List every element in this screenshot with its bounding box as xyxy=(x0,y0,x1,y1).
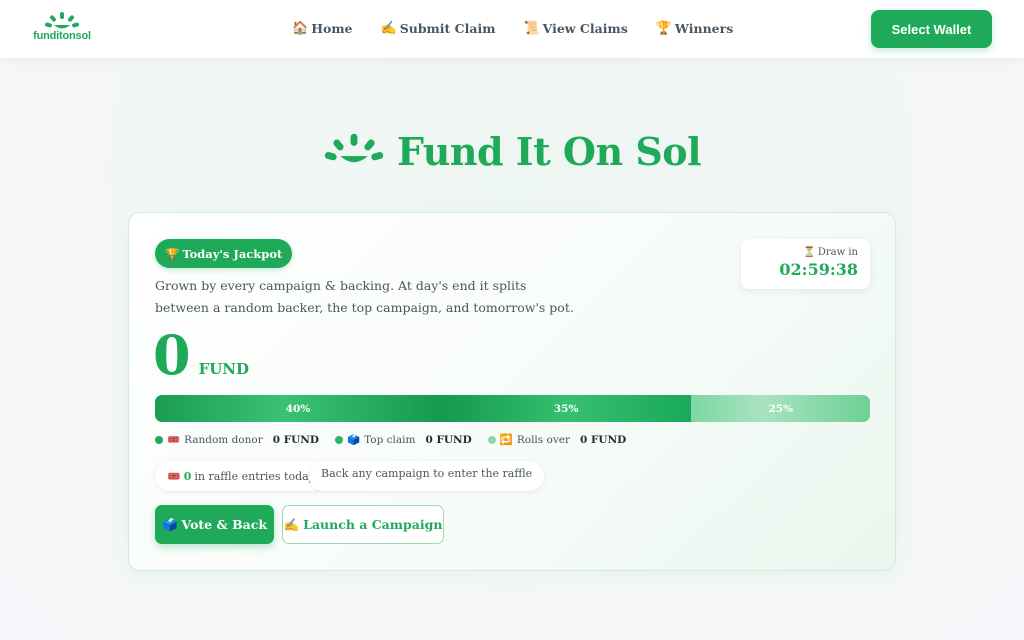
ballot-box-icon: 🗳️ xyxy=(161,516,178,532)
legend-value: 0 FUND xyxy=(580,433,627,446)
launch-campaign-label: Launch a Campaign xyxy=(303,517,443,532)
hourglass-icon: ⏳ xyxy=(803,247,816,258)
jackpot-badge: 🏆 Today's Jackpot xyxy=(155,239,293,268)
jackpot-amount: 0 FUND xyxy=(153,325,249,385)
ballot-box-icon: 🗳️ xyxy=(347,434,361,446)
repeat-icon: 🔁 xyxy=(499,434,513,446)
legend-top-claim: 🗳️ Top claim 0 FUND xyxy=(335,433,472,446)
select-wallet-button[interactable]: Select Wallet xyxy=(871,10,992,48)
writing-hand-icon: ✍️ xyxy=(283,516,300,532)
nav-submit-claim[interactable]: ✍️ Submit Claim xyxy=(381,21,496,36)
legend-dot xyxy=(335,435,344,444)
jackpot-description: Grown by every campaign & backing. At da… xyxy=(155,278,574,315)
legend-label: Rolls over xyxy=(516,433,570,446)
split-bar: 40% 35% 25% xyxy=(155,395,870,422)
vote-and-back-label: Vote & Back xyxy=(181,517,268,532)
top-navbar: funditonsol 🏠 Home ✍️ Submit Claim 📜 Vie… xyxy=(0,0,1024,58)
launch-campaign-button[interactable]: ✍️ Launch a Campaign xyxy=(282,505,444,544)
legend-value: 0 FUND xyxy=(425,433,472,446)
split-segment-rolls-over: 25% xyxy=(691,395,870,422)
draw-timer-value: 02:59:38 xyxy=(779,260,858,279)
nav-submit-claim-label: Submit Claim xyxy=(399,21,496,36)
legend-value: 0 FUND xyxy=(272,433,320,446)
raffle-hint-chip: Back any campaign to enter the raffle xyxy=(309,461,545,491)
brand-name: funditonsol xyxy=(33,30,91,42)
nav-winners-label: Winners xyxy=(674,21,734,36)
jackpot-badge-label: Today's Jackpot xyxy=(182,246,283,261)
jackpot-amount-value: 0 xyxy=(153,323,191,387)
nav-view-claims[interactable]: 📜 View Claims xyxy=(523,21,627,36)
nav-home-label: Home xyxy=(311,21,353,36)
trophy-icon: 🏆 xyxy=(165,246,180,261)
nav-winners[interactable]: 🏆 Winners xyxy=(656,21,734,36)
legend-random-donor: 🎟️ Random donor 0 FUND xyxy=(155,433,319,446)
page-title: Fund It On Sol xyxy=(396,128,702,174)
scroll-icon: 📜 xyxy=(523,21,540,36)
brand-logo[interactable]: funditonsol xyxy=(30,10,94,46)
split-segment-random-donor: 40% xyxy=(155,395,441,422)
legend-dot xyxy=(487,435,496,444)
ticket-icon: 🎟️ xyxy=(167,469,181,483)
sunrise-logo-icon xyxy=(324,133,384,163)
legend-label: Random donor xyxy=(184,433,263,446)
legend-label: Top claim xyxy=(364,433,416,446)
nav-view-claims-label: View Claims xyxy=(542,21,628,36)
legend-dot xyxy=(155,435,163,444)
split-legend: 🎟️ Random donor 0 FUND 🗳️ Top claim 0 FU… xyxy=(155,433,626,446)
raffle-entries-chip: 🎟️ 0 in raffle entries today xyxy=(155,461,327,491)
vote-and-back-button[interactable]: 🗳️ Vote & Back xyxy=(155,505,274,544)
main-nav: 🏠 Home ✍️ Submit Claim 📜 View Claims 🏆 W… xyxy=(292,21,761,36)
writing-hand-icon: ✍️ xyxy=(380,21,397,36)
hero-heading: Fund It On Sol xyxy=(0,126,1024,176)
jackpot-amount-unit: FUND xyxy=(198,360,250,378)
draw-timer-label: Draw in xyxy=(817,247,858,258)
split-segment-top-claim: 35% xyxy=(441,395,692,422)
jackpot-card: 🏆 Today's Jackpot Grown by every campaig… xyxy=(128,212,896,571)
sunrise-logo-icon xyxy=(45,12,79,29)
raffle-entries-label: in raffle entries today xyxy=(194,469,315,483)
house-icon: 🏠 xyxy=(292,21,309,36)
nav-home[interactable]: 🏠 Home xyxy=(292,21,353,36)
ticket-icon: 🎟️ xyxy=(167,434,181,446)
legend-rolls-over: 🔁 Rolls over 0 FUND xyxy=(487,433,627,446)
raffle-entries-count: 0 xyxy=(183,469,192,483)
draw-timer: ⏳ Draw in 02:59:38 xyxy=(741,239,870,289)
trophy-icon: 🏆 xyxy=(655,21,672,36)
draw-timer-label-row: ⏳ Draw in xyxy=(741,247,858,258)
